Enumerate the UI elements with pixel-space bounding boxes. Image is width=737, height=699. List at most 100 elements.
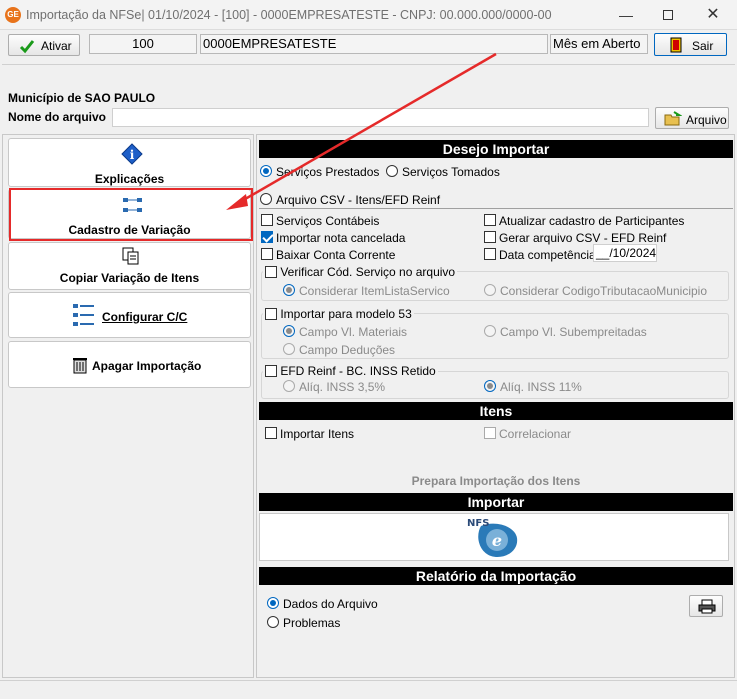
importar-button[interactable]: e NFS [259, 513, 729, 561]
minimize-icon[interactable]: — [616, 6, 636, 24]
efd-reinf-label: EFD Reinf - BC. INSS Retido [280, 364, 436, 378]
apagar-importacao-label: Apagar Importação [92, 359, 202, 373]
prepara-importacao-button[interactable]: Prepara Importação dos Itens [259, 445, 733, 491]
aliq-35-radio[interactable]: Alíq. INSS 3,5% [283, 380, 385, 395]
file-area: Município de SAO PAULO Nome do arquivo A… [2, 64, 735, 130]
gerar-csv-checkbox[interactable]: Gerar arquivo CSV - EFD Reinf [484, 231, 666, 246]
trash-icon [73, 358, 87, 374]
data-competencia-label: Data competência [499, 248, 596, 262]
nfse-logo-icon: e NFS [467, 518, 518, 558]
title-bar: GE Importação da NFSe| 01/10/2024 - [100… [0, 0, 737, 30]
data-competencia-checkbox[interactable]: Data competência [484, 248, 596, 263]
servicos-contabeis-checkbox[interactable]: Serviços Contábeis [261, 214, 379, 229]
explicacoes-button[interactable]: i Explicações [8, 138, 251, 187]
baixar-conta-label: Baixar Conta Corrente [276, 248, 396, 262]
municipality-label: Município de SAO PAULO [8, 91, 156, 105]
campo-deducoes-label: Campo Deduções [299, 343, 396, 357]
close-icon[interactable]: ✕ [703, 6, 723, 24]
printer-icon [698, 599, 716, 614]
arquivo-csv-label: Arquivo CSV - Itens/EFD Reinf [276, 193, 441, 207]
importar-cancelada-checkbox[interactable]: Importar nota cancelada [261, 231, 405, 246]
considerar-codigo-label: Considerar CodigoTributacaoMunicipio [500, 284, 707, 298]
importar-cancelada-label: Importar nota cancelada [276, 231, 406, 245]
verificar-cod-checkbox[interactable]: Verificar Cód. Serviço no arquivo [263, 265, 458, 279]
ativar-button[interactable]: Ativar [8, 34, 80, 56]
ativar-label: Ativar [41, 39, 72, 53]
svg-text:e: e [492, 531, 502, 550]
checkmark-icon [19, 40, 35, 54]
modelo53-checkbox[interactable]: Importar para modelo 53 [263, 307, 414, 321]
desejo-importar-header: Desejo Importar [259, 140, 733, 158]
company-code-field: 100 [89, 34, 197, 54]
campo-subempreitadas-radio[interactable]: Campo Vl. Subempreitadas [484, 325, 647, 340]
arquivo-label: Arquivo [686, 113, 727, 127]
divider [259, 208, 733, 209]
aliq-11-radio[interactable]: Alíq. INSS 11% [484, 380, 582, 395]
dados-arquivo-label: Dados do Arquivo [283, 597, 378, 611]
copy-document-icon [122, 247, 139, 265]
atualizar-participantes-label: Atualizar cadastro de Participantes [499, 214, 685, 228]
prepara-importacao-label: Prepara Importação dos Itens [411, 474, 581, 488]
baixar-conta-checkbox[interactable]: Baixar Conta Corrente [261, 248, 395, 263]
considerar-codigo-radio[interactable]: Considerar CodigoTributacaoMunicipio [484, 284, 707, 299]
explicacoes-label: Explicações [94, 172, 165, 186]
filename-label: Nome do arquivo [8, 110, 107, 124]
aliq-35-label: Alíq. INSS 3,5% [299, 380, 386, 394]
campo-materiais-label: Campo Vl. Materiais [299, 325, 408, 339]
copiar-variacao-label: Copiar Variação de Itens [59, 271, 200, 285]
importar-itens-checkbox[interactable]: Importar Itens [265, 427, 354, 442]
print-button[interactable] [689, 595, 723, 617]
nfse-logo-text: NFS [467, 518, 489, 529]
configurar-cc-label: Configurar C/C [102, 310, 188, 324]
considerar-item-label: Considerar ItemListaServico [299, 284, 450, 298]
company-name-field: 0000EMPRESATESTE [200, 34, 548, 54]
open-folder-icon [664, 111, 682, 126]
left-menu-panel: i Explicações Cadastro de Variação Copia… [2, 134, 254, 678]
right-panel: Desejo Importar Serviços Prestados Servi… [256, 134, 735, 678]
servicos-prestados-radio[interactable]: Serviços Prestados [260, 165, 379, 180]
importar-itens-label: Importar Itens [280, 427, 355, 441]
efd-reinf-checkbox[interactable]: EFD Reinf - BC. INSS Retido [263, 364, 438, 378]
data-competencia-input[interactable]: __/10/2024 [593, 244, 657, 262]
maximize-icon[interactable] [658, 6, 678, 24]
correlacionar-checkbox[interactable]: Correlacionar [484, 427, 571, 442]
aliq-11-label: Alíq. INSS 11% [500, 380, 582, 394]
servicos-tomados-radio[interactable]: Serviços Tomados [386, 165, 500, 180]
dados-arquivo-radio[interactable]: Dados do Arquivo [267, 597, 378, 612]
servicos-tomados-label: Serviços Tomados [402, 165, 500, 179]
correlacionar-label: Correlacionar [499, 427, 572, 441]
atualizar-participantes-checkbox[interactable]: Atualizar cadastro de Participantes [484, 214, 684, 229]
configurar-cc-button[interactable]: Configurar C/C [8, 292, 251, 338]
relatorio-header: Relatório da Importação [259, 567, 733, 585]
campo-materiais-radio[interactable]: Campo Vl. Materiais [283, 325, 407, 340]
campo-subempreitadas-label: Campo Vl. Subempreitadas [500, 325, 647, 339]
modelo53-label: Importar para modelo 53 [280, 307, 412, 321]
toolbar: Ativar 100 0000EMPRESATESTE Mês em Abert… [0, 31, 737, 59]
window-title: Importação da NFSe| 01/10/2024 - [100] -… [26, 8, 552, 22]
gerar-csv-label: Gerar arquivo CSV - EFD Reinf [499, 231, 667, 245]
status-bar [0, 680, 737, 699]
exit-door-icon [670, 37, 682, 53]
info-icon: i [121, 143, 143, 165]
app-logo-icon: GE [5, 7, 21, 23]
sair-button[interactable]: Sair [654, 33, 727, 56]
considerar-item-radio[interactable]: Considerar ItemListaServico [283, 284, 450, 299]
servicos-contabeis-label: Serviços Contábeis [276, 214, 380, 228]
campo-deducoes-radio[interactable]: Campo Deduções [283, 343, 395, 358]
copiar-variacao-button[interactable]: Copiar Variação de Itens [8, 242, 251, 290]
sair-label: Sair [692, 39, 714, 53]
svg-text:i: i [130, 148, 135, 162]
importar-header: Importar [259, 493, 733, 511]
apagar-importacao-button[interactable]: Apagar Importação [8, 341, 251, 388]
verificar-cod-label: Verificar Cód. Serviço no arquivo [280, 265, 456, 279]
filename-input[interactable] [112, 108, 649, 127]
period-status-field: Mês em Aberto [550, 34, 648, 54]
arquivo-csv-radio[interactable]: Arquivo CSV - Itens/EFD Reinf [260, 193, 440, 208]
itens-header: Itens [259, 402, 733, 420]
arquivo-button[interactable]: Arquivo [655, 107, 729, 129]
list-tree-icon [73, 304, 94, 326]
highlight-box [9, 188, 253, 241]
problemas-label: Problemas [283, 616, 341, 630]
servicos-prestados-label: Serviços Prestados [276, 165, 380, 179]
problemas-radio[interactable]: Problemas [267, 616, 340, 631]
